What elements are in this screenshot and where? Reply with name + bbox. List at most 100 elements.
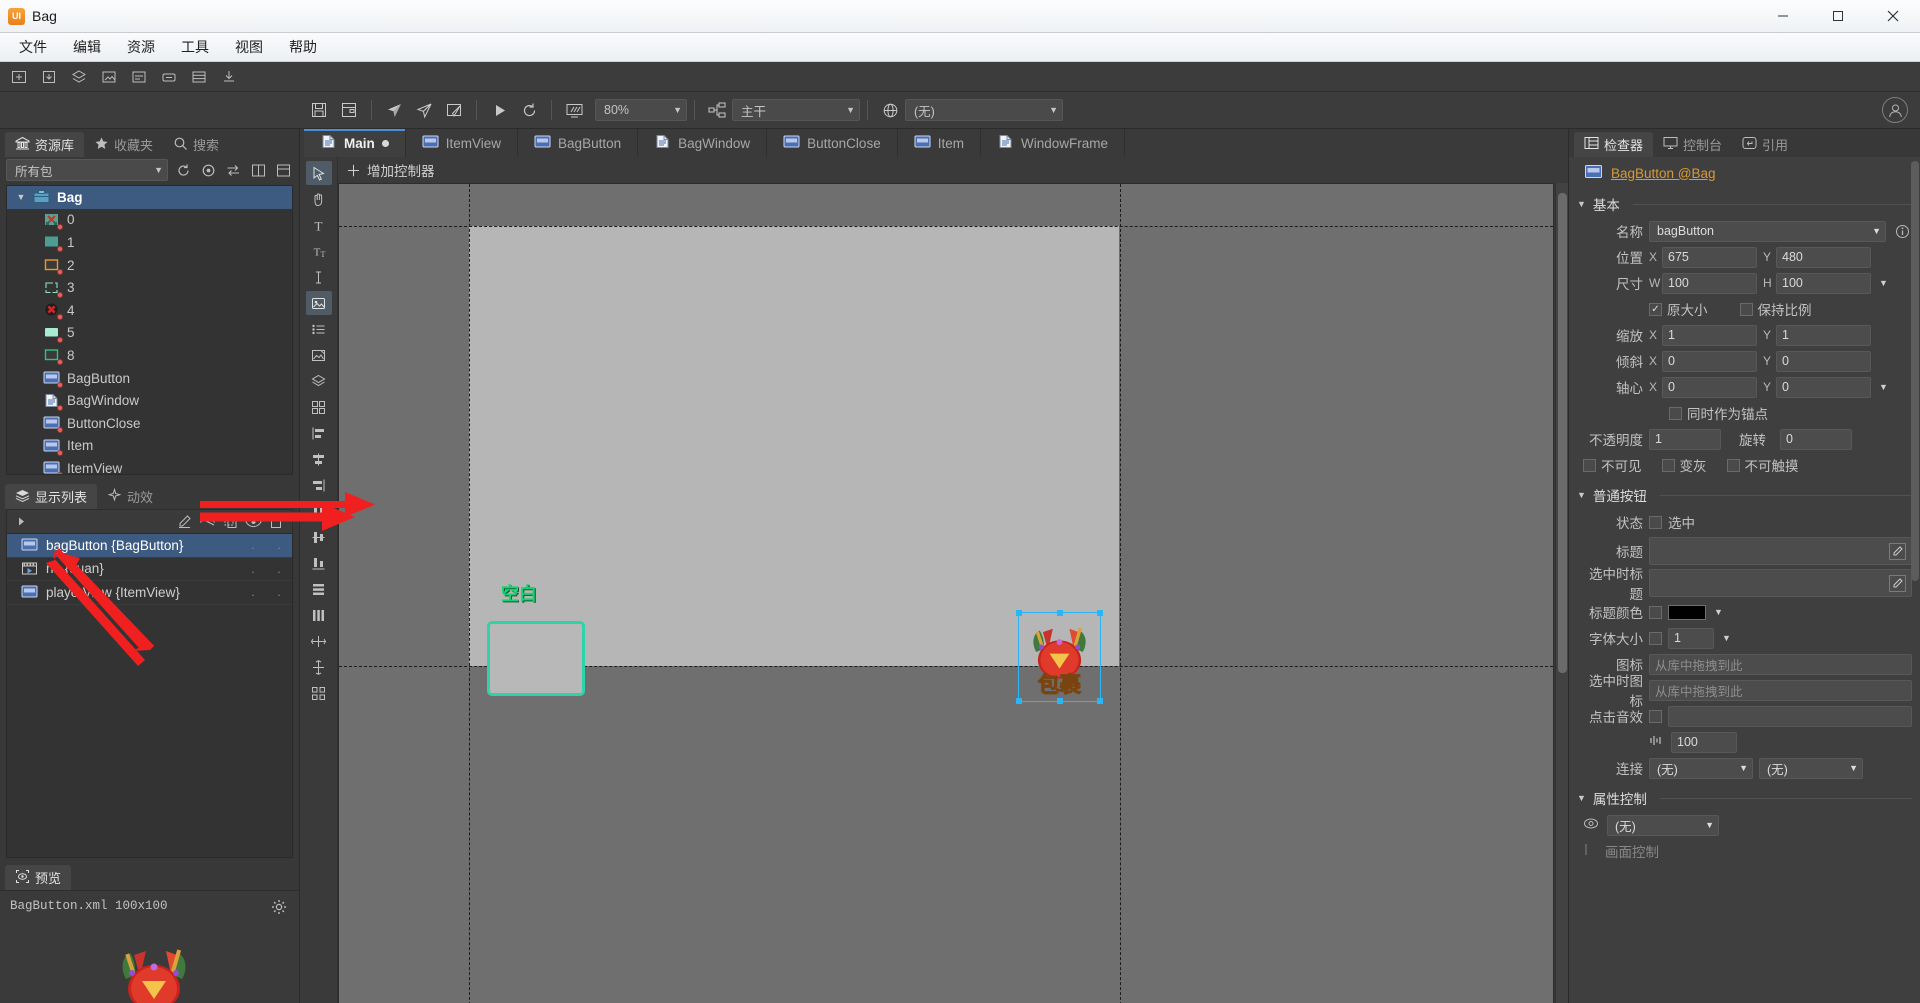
sound-input[interactable] — [1668, 705, 1912, 727]
menu-resource[interactable]: 资源 — [114, 33, 168, 61]
size-h-input[interactable]: 100 — [1776, 272, 1871, 294]
tree-item-item[interactable]: Item — [7, 435, 292, 458]
publish-icon[interactable] — [381, 98, 407, 122]
selected-title-input[interactable] — [1649, 569, 1912, 597]
list-item[interactable]: n1 {quan}.. — [7, 558, 292, 581]
size-more-chevron-down-icon[interactable]: ▼ — [1877, 278, 1890, 288]
list-item-toggle[interactable]: . — [240, 562, 266, 576]
align-bottom-icon[interactable] — [306, 551, 332, 575]
object-title-link[interactable]: BagButton @Bag — [1611, 166, 1716, 181]
gear-icon[interactable] — [271, 899, 287, 915]
tab-preview[interactable]: 预览 — [5, 865, 72, 890]
tree-item-4[interactable]: 4 — [7, 299, 292, 322]
loader-icon[interactable] — [306, 343, 332, 367]
info-icon[interactable] — [1892, 221, 1912, 241]
add-controller-bar[interactable]: ＋ 增加控制器 — [338, 157, 1568, 183]
tab-search[interactable]: 搜索 — [163, 132, 229, 157]
tree-expander[interactable]: ▼ — [15, 192, 27, 202]
group-icon[interactable] — [306, 369, 332, 393]
menu-edit[interactable]: 编辑 — [60, 33, 114, 61]
empty-slot-box[interactable] — [487, 621, 585, 696]
layout-icon[interactable] — [273, 160, 293, 180]
close-button[interactable] — [1865, 0, 1920, 32]
tree-item-0[interactable]: 0 — [7, 209, 292, 232]
text-icon[interactable]: T — [306, 213, 332, 237]
section-button[interactable]: ▼ 普通按钮 — [1577, 485, 1912, 505]
zoom-combo[interactable]: 80% ▼ — [595, 99, 687, 121]
alpha-input[interactable]: 1 — [1649, 428, 1721, 450]
scale-x-input[interactable]: 1 — [1662, 324, 1757, 346]
tree-item-bagbutton[interactable]: BagButton — [7, 367, 292, 390]
icon-drop-field[interactable]: 从库中拖拽到此 — [1649, 653, 1912, 675]
lock-icon[interactable] — [266, 512, 286, 532]
align-right-icon[interactable] — [306, 473, 332, 497]
stage[interactable]: 空白 包裹 — [338, 183, 1568, 1003]
link-combo-1[interactable]: (无) ▼ — [1649, 757, 1753, 779]
tab-inspector[interactable]: 检查器 — [1574, 132, 1654, 157]
gear-display-combo[interactable]: (无) ▼ — [1607, 814, 1719, 836]
invisible-checkbox[interactable] — [1583, 458, 1596, 472]
tree-item-5[interactable]: 5 — [7, 322, 292, 345]
publish-settings-icon[interactable] — [441, 98, 467, 122]
name-field[interactable]: bagButton ▼ — [1649, 220, 1886, 242]
title-color-enable-checkbox[interactable] — [1649, 605, 1662, 619]
font-size-enable-checkbox[interactable] — [1649, 631, 1662, 645]
eye-icon[interactable] — [1583, 817, 1599, 833]
font-size-input[interactable]: 1 — [1668, 627, 1714, 649]
grid-icon[interactable] — [306, 681, 332, 705]
resource-tree[interactable]: ▼ Bag 0 1 2 3 4 5 8 BagButton BagWindow ButtonClose… — [6, 185, 293, 475]
new-component-icon[interactable] — [66, 65, 92, 89]
tree-item-buttonclose[interactable]: ButtonClose — [7, 412, 292, 435]
align-center-icon[interactable] — [306, 447, 332, 471]
edit-icon[interactable] — [174, 512, 194, 532]
tree-item-1[interactable]: 1 — [7, 231, 292, 254]
import-icon[interactable] — [216, 65, 242, 89]
tree-item-itemview[interactable]: ItemView — [7, 457, 292, 474]
tab-bagbutton[interactable]: BagButton — [518, 129, 639, 157]
account-icon[interactable] — [1882, 97, 1908, 123]
original-size-checkbox[interactable]: ✓ — [1649, 302, 1662, 316]
section-basic[interactable]: ▼ 基本 — [1577, 194, 1912, 214]
title-input[interactable] — [1649, 537, 1912, 565]
size-w-input[interactable]: 100 — [1662, 272, 1757, 294]
align-top-icon[interactable] — [306, 499, 332, 523]
tab-animation[interactable]: 动效 — [97, 484, 163, 509]
skew-y-input[interactable]: 0 — [1776, 350, 1871, 372]
tree-item-2[interactable]: 2 — [7, 254, 292, 277]
tree-item-bag[interactable]: ▼ Bag — [7, 186, 292, 209]
input-icon[interactable] — [306, 265, 332, 289]
gear-next-icon[interactable] — [1583, 843, 1597, 859]
hand-icon[interactable] — [306, 187, 332, 211]
list-item-toggle[interactable]: . — [240, 538, 266, 552]
keep-ratio-checkbox[interactable] — [1739, 302, 1753, 316]
scale-y-input[interactable]: 1 — [1776, 324, 1871, 346]
tab-bagwindow[interactable]: BagWindow — [638, 129, 768, 157]
skew-x-input[interactable]: 0 — [1662, 350, 1757, 372]
rotation-input[interactable]: 0 — [1780, 428, 1852, 450]
globe-icon[interactable] — [877, 98, 903, 122]
tab-item[interactable]: Item — [898, 129, 981, 157]
edit-title-button[interactable] — [1889, 542, 1906, 560]
menu-tools[interactable]: 工具 — [168, 33, 222, 61]
refresh-icon[interactable] — [516, 98, 542, 122]
same-height-icon[interactable] — [306, 655, 332, 679]
new-label-icon[interactable] — [126, 65, 152, 89]
screen-icon[interactable] — [561, 98, 587, 122]
pivot-more-chevron-down-icon[interactable]: ▼ — [1877, 382, 1890, 392]
section-gears[interactable]: ▼ 属性控制 — [1577, 788, 1912, 808]
vertical-scrollbar[interactable] — [1555, 183, 1568, 1003]
new-button-icon[interactable] — [156, 65, 182, 89]
inspector-scrollbar[interactable] — [1911, 161, 1919, 581]
pointer-icon[interactable] — [305, 161, 332, 185]
display-list[interactable]: bagButton {BagButton}.. n1 {quan}.. player… — [6, 533, 293, 858]
refresh-icon[interactable] — [173, 160, 193, 180]
list-item-toggle[interactable]: . — [240, 585, 266, 599]
list-item-toggle[interactable]: . — [266, 538, 292, 552]
publish-all-icon[interactable] — [411, 98, 437, 122]
list-icon[interactable] — [306, 317, 332, 341]
copy-icon[interactable] — [220, 512, 240, 532]
distribute-h-icon[interactable] — [306, 603, 332, 627]
tab-itemview[interactable]: ItemView — [406, 129, 519, 157]
position-y-input[interactable]: 480 — [1776, 246, 1871, 268]
sound-enable-checkbox[interactable] — [1649, 709, 1662, 723]
